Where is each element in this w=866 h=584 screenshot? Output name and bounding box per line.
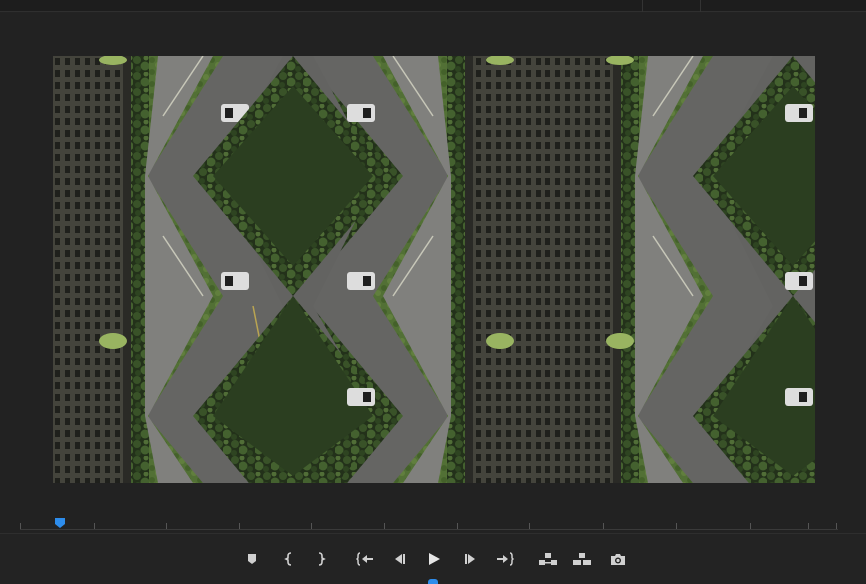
go-to-in-button[interactable] bbox=[356, 550, 374, 568]
ruler-tick bbox=[239, 523, 240, 529]
go-to-out-icon bbox=[497, 552, 514, 566]
extract-button[interactable] bbox=[571, 550, 593, 568]
camera-icon bbox=[611, 554, 625, 565]
ruler-tick bbox=[457, 523, 458, 529]
ruler-tick bbox=[384, 523, 385, 529]
video-preview-image bbox=[53, 56, 815, 483]
export-frame-button[interactable] bbox=[609, 550, 627, 568]
extract-icon bbox=[573, 553, 591, 565]
ruler-tick bbox=[311, 523, 312, 529]
add-marker-button[interactable] bbox=[243, 550, 261, 568]
panel-divider bbox=[700, 0, 701, 12]
playhead-icon[interactable] bbox=[54, 517, 66, 529]
marker-icon bbox=[248, 554, 256, 564]
mark-in-icon bbox=[284, 552, 292, 566]
go-to-out-button[interactable] bbox=[496, 550, 514, 568]
panel-divider bbox=[642, 0, 643, 12]
viewer-area bbox=[0, 13, 866, 513]
step-back-button[interactable] bbox=[390, 550, 408, 568]
play-icon bbox=[429, 553, 440, 565]
lift-icon bbox=[539, 553, 557, 565]
mark-in-button[interactable] bbox=[280, 550, 298, 568]
go-to-in-icon bbox=[356, 552, 373, 566]
step-forward-button[interactable] bbox=[462, 550, 480, 568]
ruler-tick bbox=[603, 523, 604, 529]
ruler-tick bbox=[20, 523, 21, 529]
ruler-tick bbox=[166, 523, 167, 529]
ruler-track bbox=[20, 529, 838, 530]
ruler-tick bbox=[94, 523, 95, 529]
program-monitor bbox=[0, 0, 866, 584]
current-time-indicator bbox=[428, 579, 438, 584]
lift-button[interactable] bbox=[537, 550, 559, 568]
transport-controls bbox=[0, 533, 866, 584]
ruler-tick bbox=[836, 523, 837, 529]
ruler-tick bbox=[529, 523, 530, 529]
video-frame[interactable] bbox=[53, 56, 815, 483]
mark-out-icon bbox=[318, 552, 326, 566]
panel-header bbox=[0, 0, 866, 12]
ruler-tick bbox=[676, 523, 677, 529]
time-ruler[interactable] bbox=[0, 513, 866, 533]
play-button[interactable] bbox=[425, 550, 443, 568]
step-forward-icon bbox=[465, 554, 475, 564]
mark-out-button[interactable] bbox=[312, 550, 330, 568]
step-back-icon bbox=[395, 554, 405, 564]
ruler-tick bbox=[750, 523, 751, 529]
ruler-tick bbox=[808, 523, 809, 529]
